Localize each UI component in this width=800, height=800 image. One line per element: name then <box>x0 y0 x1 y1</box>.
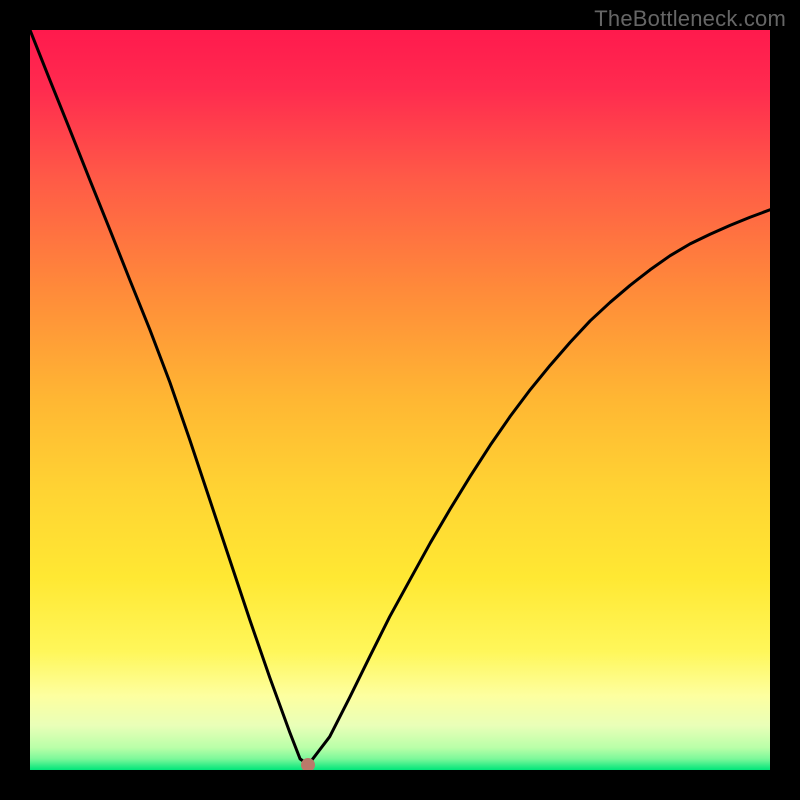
optimal-point-marker <box>301 758 315 770</box>
chart-frame: TheBottleneck.com <box>0 0 800 800</box>
plot-area <box>30 30 770 770</box>
watermark-text: TheBottleneck.com <box>594 6 786 32</box>
bottleneck-curve <box>30 30 770 770</box>
